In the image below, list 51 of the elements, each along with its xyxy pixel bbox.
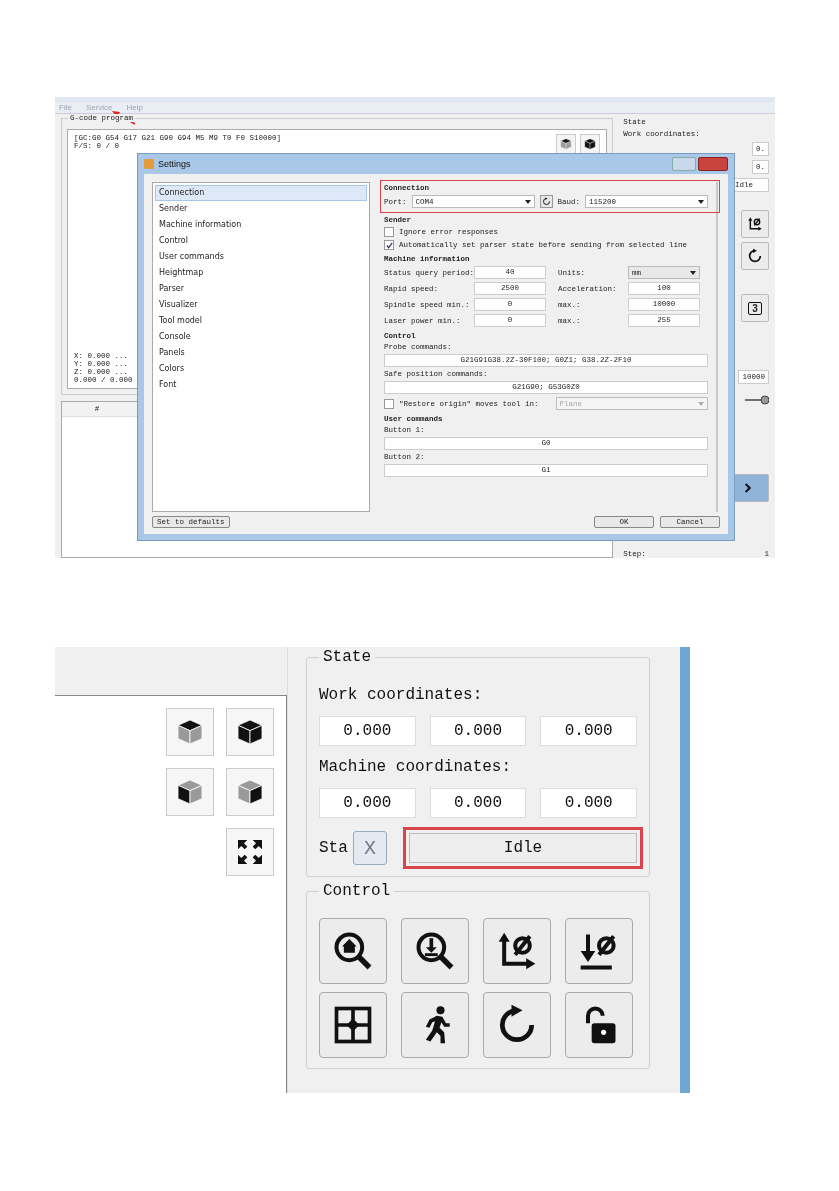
view-button[interactable] (580, 134, 601, 154)
run-button[interactable] (401, 992, 469, 1058)
section-item[interactable]: Font (155, 377, 367, 393)
field-label: Work coordinates: (319, 686, 484, 704)
coordinate-field: 0.000 (319, 716, 416, 746)
section-item[interactable]: Visualizer (155, 297, 367, 313)
coordinate-field: 0.000 (540, 716, 637, 746)
section-item[interactable]: Control (155, 233, 367, 249)
section-item[interactable]: Connection (155, 185, 367, 201)
section-item[interactable]: Tool model (155, 313, 367, 329)
section-item[interactable]: User commands (155, 249, 367, 265)
coordinate-field: 0.000 (429, 788, 527, 818)
home-button[interactable] (319, 918, 387, 984)
checkbox[interactable] (384, 227, 394, 237)
refresh-button[interactable] (539, 195, 553, 208)
reset-button[interactable] (741, 242, 769, 270)
reset-button[interactable] (483, 992, 551, 1058)
section-item[interactable]: Heightmap (155, 265, 367, 281)
app-icon (144, 159, 154, 169)
fit-view-button[interactable] (226, 828, 274, 876)
view-button[interactable] (226, 768, 274, 816)
view-button[interactable] (226, 708, 274, 756)
coordinate-field: 0.000 (540, 788, 637, 818)
zero-xy-button[interactable] (741, 210, 769, 238)
coordinate-field: 0.000 (319, 788, 416, 818)
field-label: Machine coordinates: (319, 758, 513, 776)
circular-arrow-icon (747, 248, 763, 264)
section-item[interactable]: Sender (155, 201, 367, 217)
coordinate-field: 0.000 (429, 716, 527, 746)
probe-button[interactable] (401, 918, 469, 984)
zero-z-button[interactable] (565, 918, 633, 984)
section-item[interactable]: Panels (155, 345, 367, 361)
field-label: Sta (319, 839, 348, 857)
view-button[interactable] (166, 708, 214, 756)
key-button[interactable]: 3 (741, 294, 769, 322)
cube-icon (583, 137, 598, 151)
view-button[interactable] (166, 768, 214, 816)
circular-arrow-icon (541, 197, 551, 206)
dialog-title: Settings (158, 159, 191, 169)
view-button[interactable] (556, 134, 577, 154)
zero-xy-button[interactable] (483, 918, 551, 984)
section-item[interactable]: Parser (155, 281, 367, 297)
section-item[interactable]: Colors (155, 361, 367, 377)
section-item[interactable]: Machine information (155, 217, 367, 233)
origin-button[interactable] (319, 992, 387, 1058)
unlock-button[interactable] (565, 992, 633, 1058)
section-item[interactable]: Console (155, 329, 367, 345)
axes-zero-icon (747, 216, 763, 232)
close-button[interactable]: X (353, 831, 387, 865)
cube-icon (559, 137, 574, 151)
checkbox[interactable] (384, 240, 394, 250)
